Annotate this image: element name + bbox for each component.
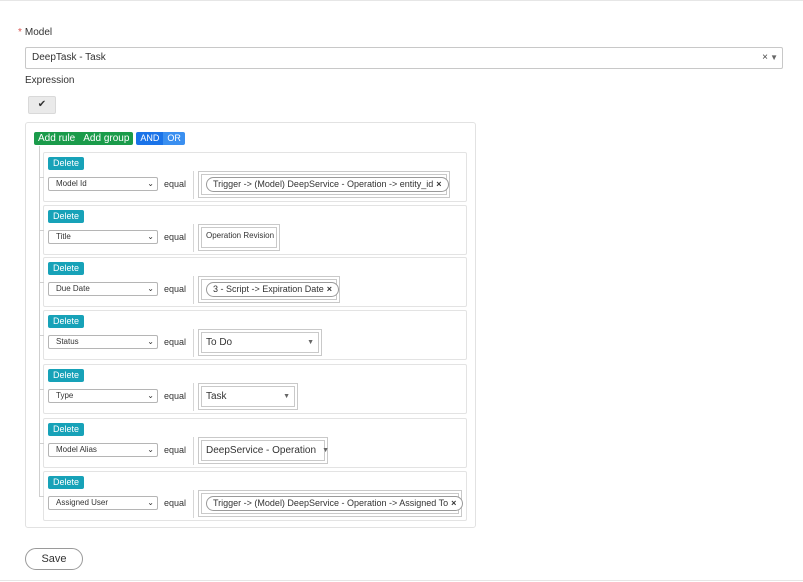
separator: [193, 329, 194, 357]
operator-label: equal: [164, 391, 187, 401]
separator: [193, 171, 194, 199]
rule-status: Delete Status ⌄ equal To Do ▼: [39, 310, 467, 360]
caret-down-icon[interactable]: ▼: [770, 48, 778, 68]
value-field[interactable]: 3 - Script -> Expiration Date ×: [198, 276, 340, 303]
delete-rule-button[interactable]: Delete: [48, 423, 85, 436]
rule-due-date: Delete Due Date ⌄ equal 3 - Script -> Exp…: [39, 257, 467, 307]
caret-down-icon: ▼: [322, 447, 329, 454]
field-select[interactable]: Due Date ⌄: [48, 282, 158, 296]
model-select[interactable]: DeepTask - Task × ▼: [25, 47, 783, 69]
delete-rule-button[interactable]: Delete: [48, 262, 85, 275]
chevron-down-icon: ⌄: [147, 498, 154, 507]
field-select[interactable]: Title ⌄: [48, 230, 158, 244]
field-select[interactable]: Model Alias ⌄: [48, 443, 158, 457]
operator-label: equal: [164, 232, 187, 242]
rule-model-id: Delete Model Id ⌄ equal Trigger -> (Model…: [39, 152, 467, 202]
value-select[interactable]: DeepService - Operation ▼: [198, 437, 329, 464]
rule-type: Delete Type ⌄ equal Task ▼: [39, 364, 467, 414]
expression-label: Expression: [25, 75, 75, 86]
add-rule-button[interactable]: Add rule: [34, 132, 80, 145]
chevron-down-icon: ⌄: [147, 232, 154, 241]
separator: [193, 276, 194, 304]
chevron-down-icon: ⌄: [147, 284, 154, 293]
group-actions: Add rule Add group AND OR: [34, 132, 185, 145]
value-field[interactable]: Operation Revision: [198, 224, 280, 251]
value-field[interactable]: Trigger -> (Model) DeepService - Operati…: [198, 171, 450, 198]
rule-assigned-user: Delete Assigned User ⌄ equal Trigger -> (…: [39, 471, 467, 521]
field-select[interactable]: Assigned User ⌄: [48, 496, 158, 510]
save-button[interactable]: Save: [25, 548, 83, 570]
separator: [193, 224, 194, 252]
remove-tag-icon[interactable]: ×: [436, 179, 441, 189]
bottom-divider: [0, 580, 803, 581]
value-tag: Trigger -> (Model) DeepService - Operati…: [206, 177, 449, 192]
remove-tag-icon[interactable]: ×: [451, 498, 456, 508]
required-mark: *: [18, 27, 22, 38]
delete-rule-button[interactable]: Delete: [48, 157, 85, 170]
delete-rule-button[interactable]: Delete: [48, 476, 85, 489]
model-select-value: DeepTask - Task: [32, 52, 106, 63]
operator-label: equal: [164, 337, 187, 347]
clear-icon[interactable]: ×: [762, 48, 768, 68]
or-button[interactable]: OR: [163, 132, 185, 145]
field-select[interactable]: Type ⌄: [48, 389, 158, 403]
delete-rule-button[interactable]: Delete: [48, 315, 85, 328]
model-label: * Model: [18, 27, 53, 38]
caret-down-icon: ▼: [283, 393, 290, 400]
operator-label: equal: [164, 498, 187, 508]
delete-rule-button[interactable]: Delete: [48, 210, 85, 223]
value-field[interactable]: Trigger -> (Model) DeepService - Operati…: [198, 490, 464, 517]
rule-title: Delete Title ⌄ equal Operation Revision: [39, 205, 467, 255]
separator: [193, 490, 194, 518]
value-tag: Trigger -> (Model) DeepService - Operati…: [206, 496, 464, 511]
validate-expression-button[interactable]: ✔: [28, 96, 56, 114]
value-select[interactable]: To Do ▼: [198, 329, 322, 356]
chevron-down-icon: ⌄: [147, 179, 154, 188]
field-select[interactable]: Model Id ⌄: [48, 177, 158, 191]
delete-rule-button[interactable]: Delete: [48, 369, 85, 382]
chevron-down-icon: ⌄: [147, 391, 154, 400]
separator: [193, 437, 194, 465]
value-text: Operation Revision: [201, 227, 277, 248]
operator-label: equal: [164, 284, 187, 294]
value-select[interactable]: Task ▼: [198, 383, 298, 410]
and-button[interactable]: AND: [136, 132, 164, 145]
chevron-down-icon: ⌄: [147, 337, 154, 346]
query-builder: Add rule Add group AND OR Delete Model I…: [25, 122, 476, 528]
chevron-down-icon: ⌄: [147, 445, 154, 454]
add-group-button[interactable]: Add group: [79, 132, 134, 145]
rule-model-alias: Delete Model Alias ⌄ equal DeepService - …: [39, 418, 467, 468]
value-tag: 3 - Script -> Expiration Date ×: [206, 282, 340, 297]
top-divider: [0, 0, 803, 1]
caret-down-icon: ▼: [307, 339, 314, 346]
field-select[interactable]: Status ⌄: [48, 335, 158, 349]
double-check-icon: ✔: [37, 99, 47, 110]
operator-label: equal: [164, 179, 187, 189]
operator-label: equal: [164, 445, 187, 455]
remove-tag-icon[interactable]: ×: [327, 284, 332, 294]
conjunction-toggle: AND OR: [136, 132, 185, 145]
separator: [193, 383, 194, 411]
